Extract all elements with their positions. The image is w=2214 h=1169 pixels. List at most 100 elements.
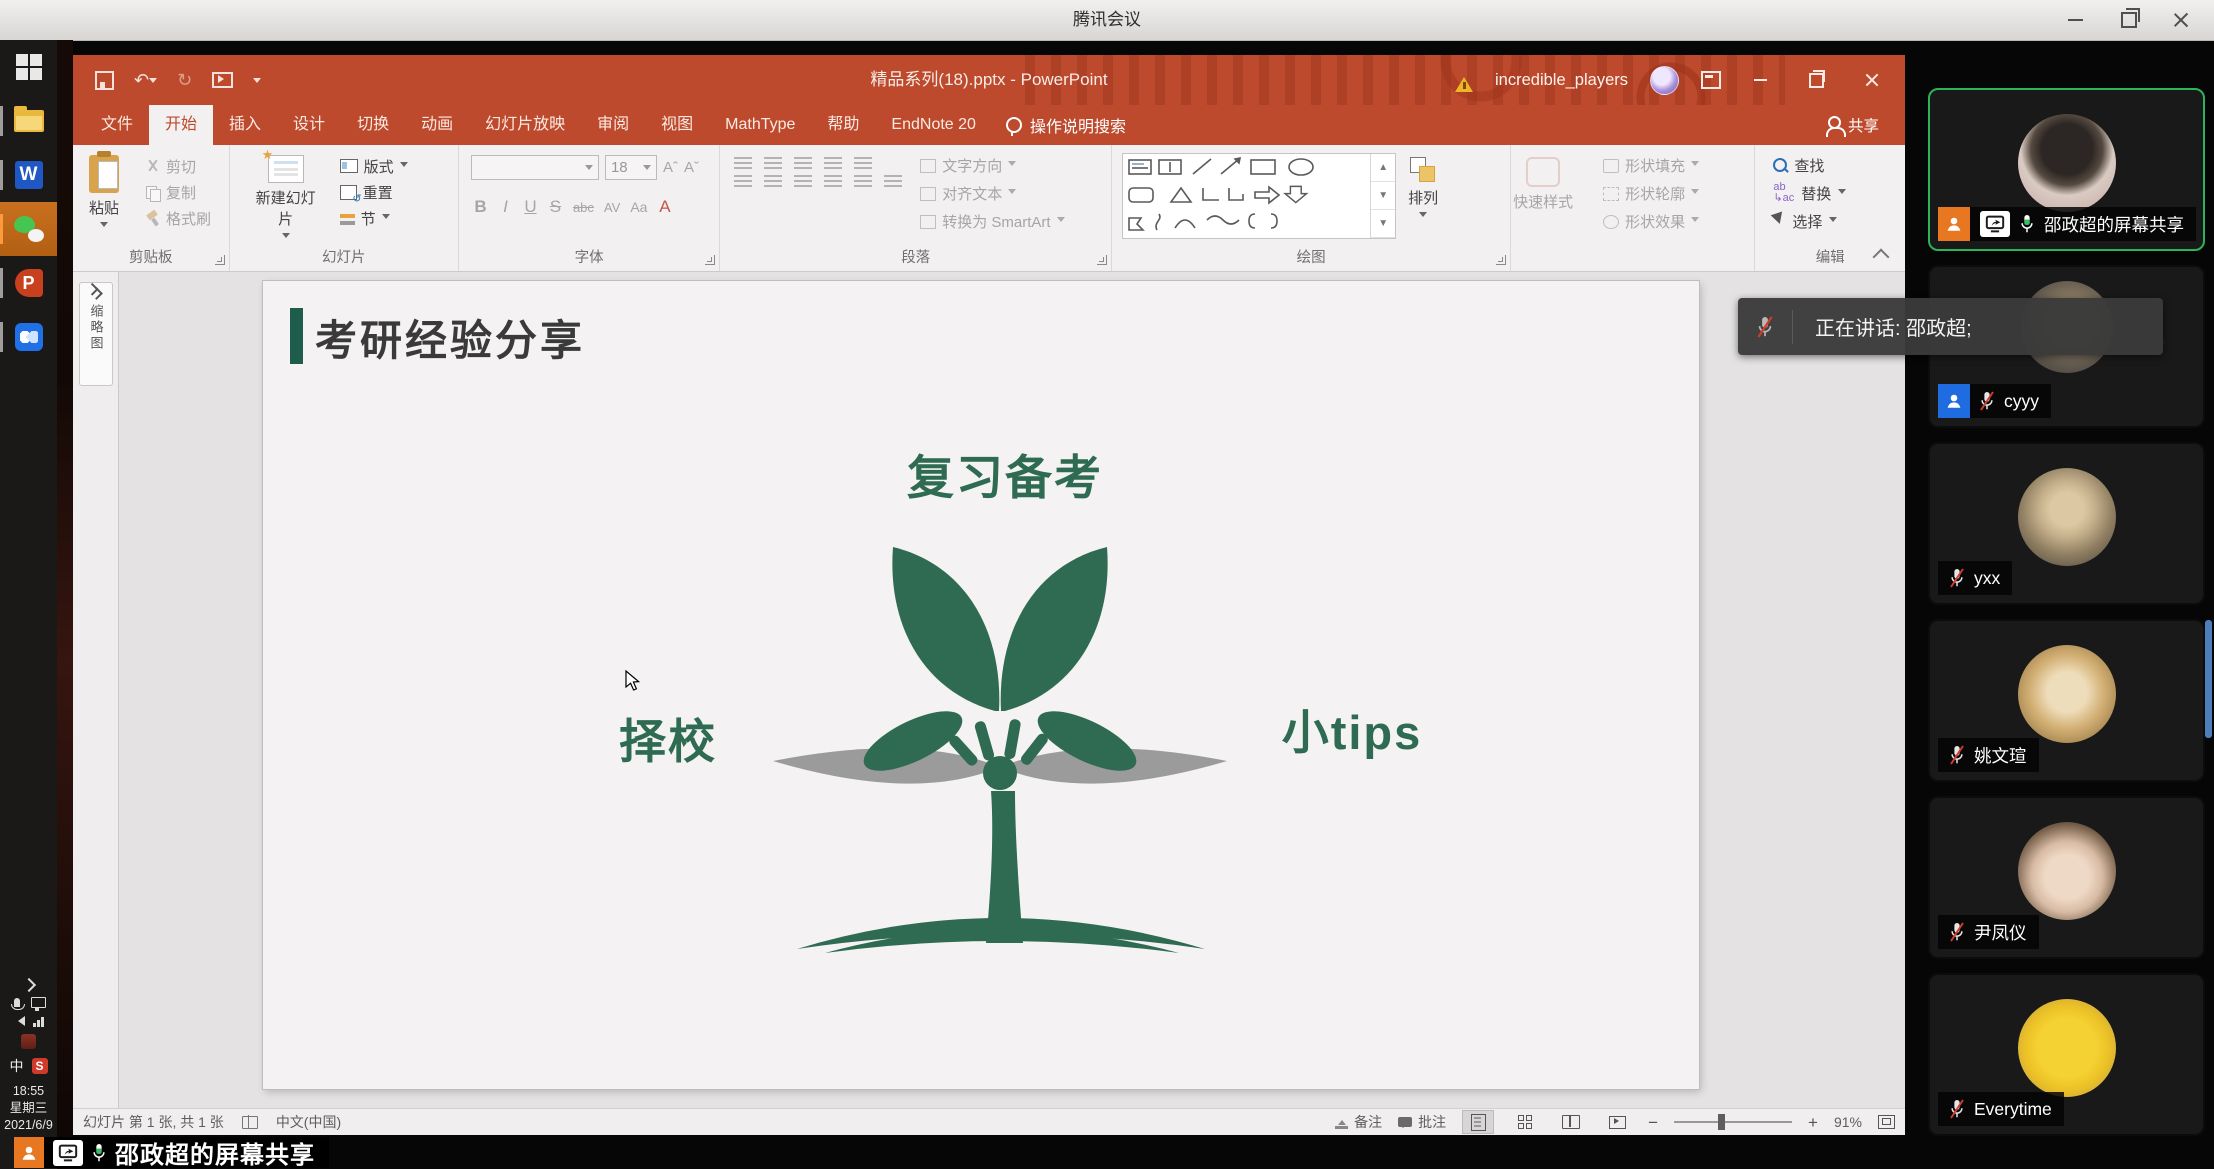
notes-button[interactable]: 备注 [1335, 1112, 1382, 1132]
tab-help[interactable]: 帮助 [811, 105, 875, 145]
numbering-icon[interactable] [764, 157, 782, 171]
align-left-icon[interactable] [734, 175, 752, 189]
account-name[interactable]: incredible_players [1495, 71, 1628, 90]
align-text-button[interactable]: 对齐文本 [920, 183, 1064, 204]
shrink-font-button[interactable]: Aˇ [684, 159, 699, 176]
participant-tile[interactable]: 尹凤仪 [1928, 796, 2205, 959]
participant-tile-sharer[interactable]: 邵政超的屏幕共享 [1928, 88, 2205, 251]
tray-speaker-icon[interactable] [13, 1016, 25, 1026]
zoom-out-button[interactable]: − [1648, 1114, 1658, 1131]
tab-view[interactable]: 视图 [645, 105, 709, 145]
change-case-button[interactable]: Aa [630, 199, 647, 215]
increase-indent-icon[interactable] [824, 157, 842, 171]
shapes-more-icon[interactable]: ▼ [1371, 182, 1395, 210]
zoom-slider-thumb[interactable] [1718, 1114, 1725, 1130]
ime-language-indicator[interactable]: 中 [10, 1056, 24, 1076]
reading-view-button[interactable] [1556, 1111, 1586, 1133]
grow-font-button[interactable]: Aˆ [663, 159, 678, 176]
slide-sorter-button[interactable] [1510, 1111, 1540, 1133]
tray-network-icon[interactable] [33, 1015, 44, 1027]
text-direction-button[interactable]: 文字方向 [920, 155, 1064, 176]
justify-icon[interactable] [824, 175, 842, 189]
drawing-dialog-launcher-icon[interactable] [1496, 255, 1506, 265]
taskbar-item-tencent-meeting[interactable] [0, 310, 57, 364]
slideshow-view-button[interactable] [1602, 1111, 1632, 1133]
ribbon-display-options-icon[interactable] [1701, 71, 1721, 89]
ppt-restore-button[interactable] [1799, 55, 1833, 105]
meeting-restore-button[interactable] [2106, 0, 2152, 40]
tab-animations[interactable]: 动画 [405, 105, 469, 145]
align-right-icon[interactable] [794, 175, 812, 189]
start-button[interactable] [0, 40, 57, 94]
smartart-button[interactable]: 转换为 SmartArt [920, 211, 1064, 232]
thumbnail-pane-tab[interactable]: 缩略图 [79, 282, 113, 386]
alert-icon[interactable] [1455, 68, 1473, 92]
tray-expand-icon[interactable] [21, 978, 35, 992]
tab-file[interactable]: 文件 [85, 105, 149, 145]
ppt-minimize-button[interactable] [1743, 55, 1777, 105]
taskbar-item-word[interactable]: W [0, 148, 57, 202]
taskbar-item-wechat[interactable] [0, 202, 57, 256]
section-button[interactable]: 节 [340, 205, 408, 231]
meeting-minimize-button[interactable] [2052, 0, 2098, 40]
participant-tile[interactable]: 姚文瑄 [1928, 619, 2205, 782]
shapes-gallery[interactable]: ▲ ▼ ▼ [1122, 153, 1396, 239]
decrease-indent-icon[interactable] [794, 157, 812, 171]
copy-button[interactable]: 复制 [145, 179, 211, 205]
clipboard-dialog-launcher-icon[interactable] [215, 255, 225, 265]
ppt-close-button[interactable] [1855, 55, 1889, 105]
tray-app-icon[interactable] [21, 1034, 36, 1049]
replace-button[interactable]: ab↳ac替换 [1773, 179, 1846, 207]
arrange-button[interactable]: 排列 [1408, 147, 1438, 221]
tab-endnote[interactable]: EndNote 20 [875, 105, 992, 145]
tell-me-search[interactable]: 操作说明搜索 [992, 105, 1140, 145]
bullets-icon[interactable] [734, 157, 752, 171]
quick-styles-button[interactable]: 快速样式 [1513, 147, 1573, 212]
shape-effects-button[interactable]: 形状效果 [1603, 211, 1699, 232]
taskbar-item-explorer[interactable] [0, 94, 57, 148]
account-avatar[interactable] [1650, 66, 1679, 95]
cut-button[interactable]: 剪切 [145, 153, 211, 179]
character-spacing-button[interactable]: AV [604, 200, 620, 215]
reset-button[interactable]: 重置 [340, 179, 408, 205]
sidebar-scrollbar[interactable] [2205, 620, 2212, 738]
tab-mathtype[interactable]: MathType [709, 105, 811, 145]
fit-slide-icon[interactable] [1878, 1115, 1895, 1129]
normal-view-button[interactable] [1462, 1110, 1494, 1134]
language-indicator[interactable]: 中文(中国) [276, 1112, 341, 1132]
align-center-icon[interactable] [764, 175, 782, 189]
shapes-scrollbar[interactable]: ▲ ▼ ▼ [1370, 154, 1395, 238]
italic-button[interactable]: I [498, 197, 513, 217]
shape-outline-button[interactable]: 形状轮廓 [1603, 183, 1699, 204]
font-dialog-launcher-icon[interactable] [705, 255, 715, 265]
underline-button[interactable]: U [523, 197, 538, 217]
tab-review[interactable]: 审阅 [581, 105, 645, 145]
distribute-icon[interactable] [854, 175, 872, 189]
shapes-scroll-down-icon[interactable]: ▼ [1371, 210, 1395, 238]
shapes-scroll-up-icon[interactable]: ▲ [1371, 154, 1395, 182]
ppt-share-button[interactable]: 共享 [1828, 105, 1905, 145]
participant-tile[interactable]: Everytime [1928, 973, 2205, 1136]
participant-tile[interactable]: yxx [1928, 442, 2205, 605]
taskbar-clock[interactable]: 18:55 星期三 2021/6/9 [4, 1083, 53, 1134]
font-size-combobox[interactable]: 18 [605, 155, 657, 180]
zoom-level[interactable]: 91% [1834, 1114, 1862, 1130]
layout-button[interactable]: 版式 [340, 153, 408, 179]
tab-design[interactable]: 设计 [277, 105, 341, 145]
shape-fill-button[interactable]: 形状填充 [1603, 155, 1699, 176]
tray-mic-icon[interactable] [14, 998, 20, 1007]
line-spacing-icon[interactable] [854, 157, 872, 171]
font-color-button[interactable]: A [657, 197, 672, 217]
zoom-in-button[interactable]: + [1808, 1114, 1818, 1131]
paste-button[interactable]: 粘贴 [89, 145, 119, 231]
tab-transitions[interactable]: 切换 [341, 105, 405, 145]
tab-slideshow[interactable]: 幻灯片放映 [469, 105, 581, 145]
tab-insert[interactable]: 插入 [213, 105, 277, 145]
font-name-combobox[interactable] [471, 155, 599, 180]
paragraph-dialog-launcher-icon[interactable] [1097, 255, 1107, 265]
meeting-close-button[interactable] [2158, 0, 2204, 40]
tab-home[interactable]: 开始 [149, 105, 213, 145]
zoom-slider[interactable] [1674, 1121, 1792, 1123]
format-painter-button[interactable]: 格式刷 [145, 205, 211, 231]
find-button[interactable]: 查找 [1773, 151, 1846, 179]
